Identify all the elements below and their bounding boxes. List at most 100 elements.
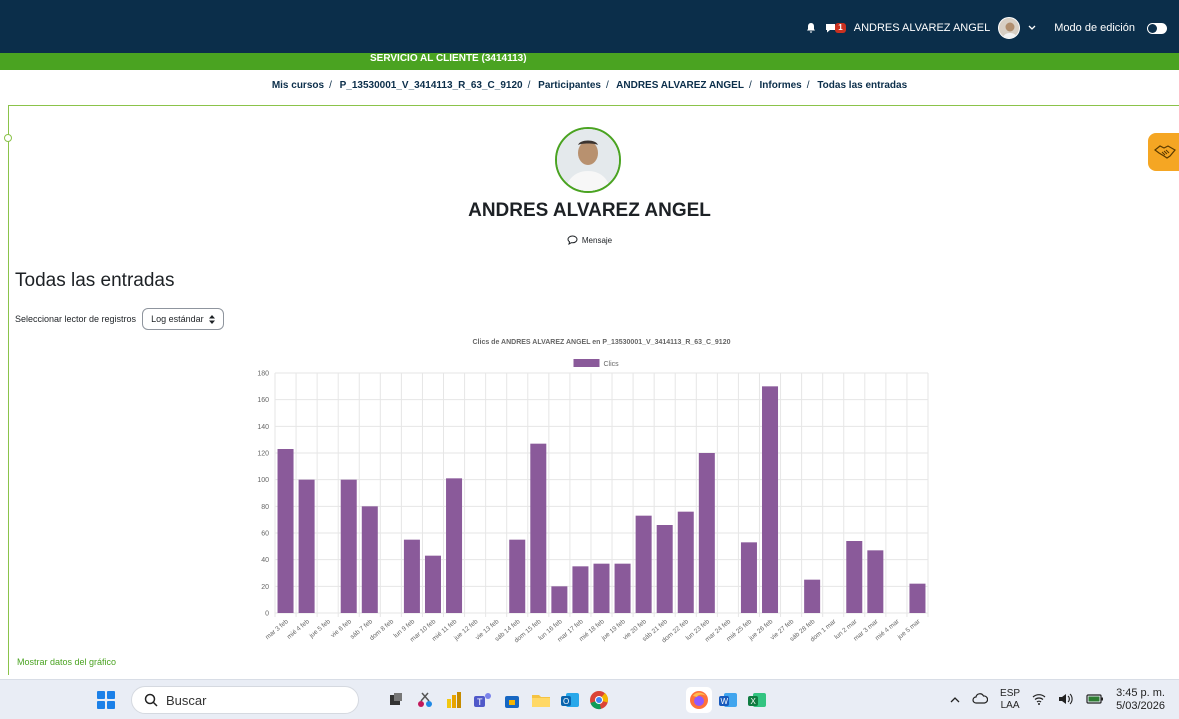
x-tick-label: mar 3 feb [264,618,290,641]
clock[interactable]: 3:45 p. m. 5/03/2026 [1116,687,1165,713]
breadcrumb: Mis cursos / P_13530001_V_3414113_R_63_C_… [271,80,908,91]
x-tick-label: mié 4 mar [874,618,901,642]
bell-icon[interactable] [805,22,817,34]
bar [867,550,884,613]
bar [551,586,568,613]
language-code: ESP [1000,688,1021,699]
x-tick-label: mié 4 feb [286,618,311,641]
course-banner-title: SERVICIO AL CLIENTE (3414113) [370,53,527,64]
user-name[interactable]: ANDRES ALVAREZ ANGEL [854,22,991,34]
handshake-button[interactable] [1148,133,1179,171]
bar [762,386,779,613]
log-reader-value: Log estándar [151,314,204,324]
message-link[interactable]: Mensaje [0,235,1179,247]
taskbar-search-placeholder: Buscar [166,692,207,708]
breadcrumb-item[interactable]: Participantes [538,80,601,91]
legend-label: Clics [604,361,620,368]
user-menu-area: 1 ANDRES ALVAREZ ANGEL Modo de edición [805,16,1167,40]
y-tick-label: 160 [257,397,269,404]
bar [677,511,694,613]
y-tick-label: 0 [265,611,269,618]
outlook-icon[interactable]: O [557,687,583,713]
page-title: Todas las entradas [15,270,175,291]
word-icon[interactable]: W [715,687,741,713]
excel-icon[interactable]: X [744,687,770,713]
windows-start-icon[interactable] [97,691,115,709]
y-tick-label: 80 [261,504,269,511]
y-tick-label: 20 [261,584,269,591]
message-count-badge: 1 [835,23,846,33]
bar [614,563,631,613]
bar [298,479,315,613]
x-tick-label: dom 8 feb [368,618,395,642]
log-reader-label: Seleccionar lector de registros [15,314,137,324]
bar [740,542,757,613]
bar [572,566,589,613]
legend-swatch [573,359,600,367]
windows-taskbar: Buscar T O W X ESP LAA 3:45 p. m. 5/03/2… [0,679,1179,719]
speech-bubble-icon [567,235,578,247]
bar [361,506,378,613]
bar [340,479,357,613]
chrome-icon[interactable] [586,687,612,713]
bar [403,539,420,613]
wifi-icon[interactable] [1032,693,1046,708]
y-tick-label: 140 [257,424,269,431]
y-tick-label: 60 [261,531,269,538]
chevron-down-icon[interactable] [1028,25,1036,31]
onedrive-icon[interactable] [972,693,989,707]
handshake-icon [1154,145,1176,159]
breadcrumb-item[interactable]: ANDRES ALVAREZ ANGEL [616,80,744,91]
svg-text:O: O [563,697,569,706]
bar [656,525,673,613]
battery-icon[interactable] [1086,693,1104,708]
content-border-left [8,105,9,675]
system-tray: ESP LAA 3:45 p. m. 5/03/2026 [950,685,1165,715]
bar [804,579,821,613]
y-tick-label: 100 [257,477,269,484]
log-reader-select[interactable]: Log estándar [142,308,224,330]
bar [446,478,463,613]
bar [509,539,526,613]
clicks-bar-chart: Clics de ANDRES ALVAREZ ANGEL en P_13530… [257,339,929,644]
bar [909,583,926,613]
bar [698,453,715,613]
x-tick-label: jue 5 feb [308,618,333,640]
power-bi-icon[interactable] [441,687,467,713]
breadcrumb-item[interactable]: Informes [760,80,802,91]
clock-date: 5/03/2026 [1116,700,1165,712]
top-navbar: 1 ANDRES ALVAREZ ANGEL Modo de edición [0,0,1179,53]
language-indicator[interactable]: ESP LAA [1000,688,1020,712]
course-banner: SERVICIO AL CLIENTE (3414113) [0,53,1179,70]
language-layout: LAA [1000,700,1020,711]
clock-time: 3:45 p. m. [1116,687,1165,699]
taskbar-search[interactable]: Buscar [131,686,359,714]
snipping-tool-icon[interactable] [412,687,438,713]
bar [846,541,863,613]
bar [277,449,294,613]
edit-mode-toggle[interactable] [1147,22,1167,34]
svg-text:X: X [751,697,757,706]
breadcrumb-item[interactable]: P_13530001_V_3414113_R_63_C_9120 [340,80,523,91]
bar [530,443,547,613]
volume-icon[interactable] [1058,693,1074,708]
chart-container: Clics de ANDRES ALVAREZ ANGEL en P_13530… [250,335,940,670]
chevron-up-icon[interactable] [950,695,960,706]
avatar[interactable] [998,17,1021,39]
bar [635,515,652,613]
breadcrumb-item[interactable]: Mis cursos [272,80,324,91]
svg-text:W: W [721,697,729,706]
file-explorer-icon[interactable] [528,687,554,713]
y-tick-label: 180 [257,371,269,378]
log-reader-selector-row: Seleccionar lector de registros Log está… [15,308,224,330]
y-tick-label: 120 [257,451,269,458]
firefox-icon[interactable] [686,687,712,713]
task-view-icon[interactable] [383,687,409,713]
drawer-handle[interactable] [4,134,12,142]
teams-icon[interactable]: T [470,687,496,713]
message-link-label: Mensaje [581,236,613,246]
store-icon[interactable] [499,687,525,713]
messages-button[interactable]: 1 [825,23,846,34]
show-chart-data-link[interactable]: Mostrar datos del gráfico [17,657,116,667]
breadcrumb-item: Todas las entradas [817,80,908,91]
